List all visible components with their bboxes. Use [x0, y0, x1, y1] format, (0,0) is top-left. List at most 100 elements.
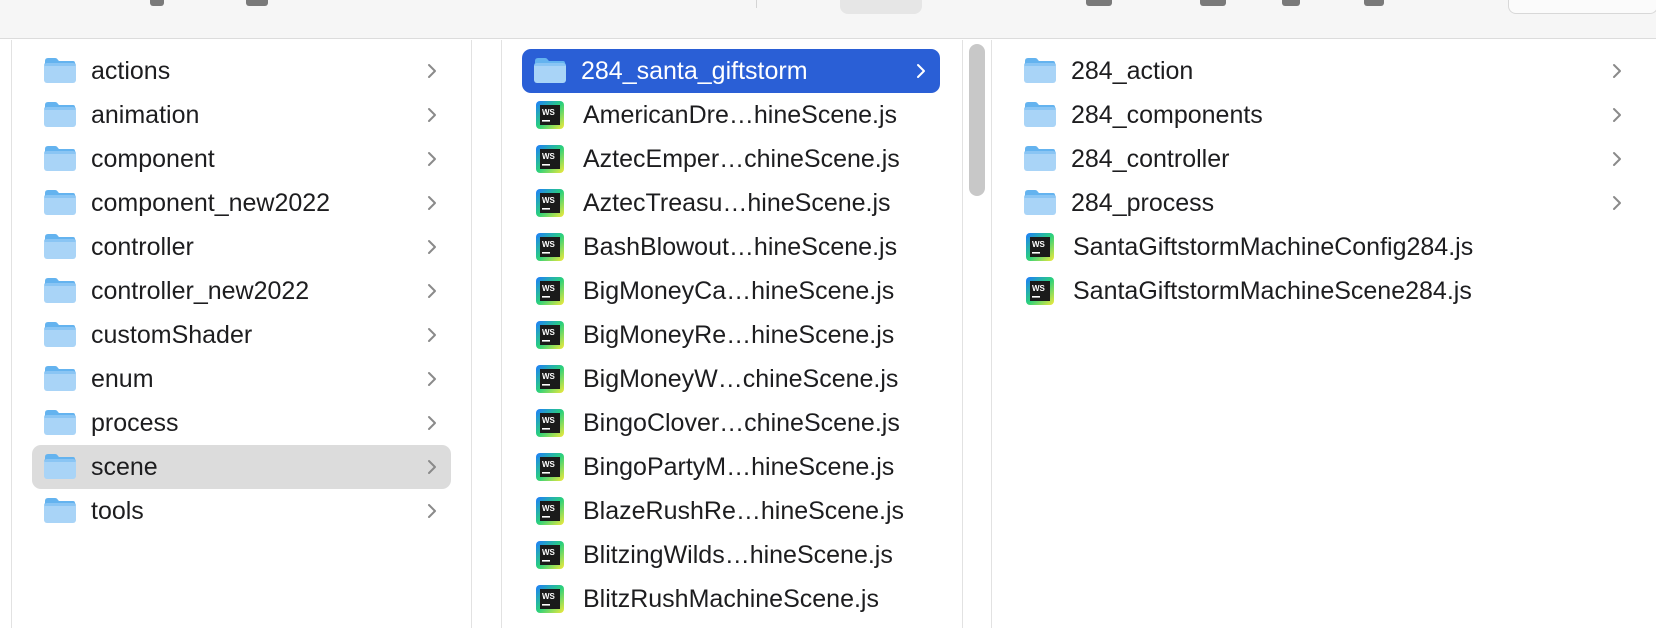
- item-label: tools: [91, 496, 144, 525]
- item-label: BingoPartyM…hineScene.js: [583, 452, 895, 481]
- svg-text:WS: WS: [542, 416, 556, 425]
- file-row[interactable]: WS BigMoneyW…chineScene.js: [522, 357, 940, 401]
- chevron-right-icon: [425, 501, 439, 521]
- item-label: BlazeRushRe…hineScene.js: [583, 496, 905, 525]
- group-icon[interactable]: [1086, 0, 1112, 6]
- item-label: BashBlowout…hineScene.js: [583, 232, 898, 261]
- folder-icon: [43, 100, 77, 130]
- item-label: BlitzingWilds…hineScene.js: [583, 540, 893, 569]
- folder-icon: [43, 188, 77, 218]
- chevron-right-icon: [425, 281, 439, 301]
- file-row[interactable]: WS BingoPartyM…hineScene.js: [522, 445, 940, 489]
- column-giftstorm: 284_action 284_components 284_controller 28…: [991, 40, 1656, 628]
- column-scene: 284_santa_giftstorm WS AmericanDre…hineSce…: [501, 40, 963, 628]
- file-row[interactable]: WS BashBlowout…hineScene.js: [522, 225, 940, 269]
- webstorm-file-icon: WS: [535, 496, 569, 526]
- nav-forward-icon[interactable]: [246, 0, 268, 6]
- chevron-right-icon: [1610, 61, 1624, 81]
- item-label: controller_new2022: [91, 276, 310, 305]
- share-icon[interactable]: [1200, 0, 1226, 6]
- folder-icon: [43, 276, 77, 306]
- item-label: animation: [91, 100, 200, 129]
- folder-row[interactable]: animation: [32, 93, 451, 137]
- svg-text:WS: WS: [542, 196, 556, 205]
- folder-row[interactable]: tools: [32, 489, 451, 533]
- webstorm-file-icon: WS: [535, 540, 569, 570]
- item-label: 284_controller: [1071, 144, 1230, 173]
- folder-row[interactable]: process: [32, 401, 451, 445]
- folder-row[interactable]: actions: [32, 49, 451, 93]
- item-label: actions: [91, 56, 171, 85]
- item-label: SantaGiftstormMachineScene284.js: [1073, 276, 1472, 305]
- folder-row[interactable]: 284_process: [1012, 181, 1636, 225]
- item-label: BigMoneyW…chineScene.js: [583, 364, 899, 393]
- folder-row[interactable]: controller_new2022: [32, 269, 451, 313]
- chevron-right-icon: [425, 193, 439, 213]
- toolbar-divider: [756, 0, 757, 8]
- item-label: scene: [91, 452, 158, 481]
- chevron-right-icon: [425, 105, 439, 125]
- column-scrollbar[interactable]: [969, 44, 985, 196]
- item-label: AztecTreasu…hineScene.js: [583, 188, 891, 217]
- webstorm-file-icon: WS: [535, 232, 569, 262]
- folder-icon: [43, 408, 77, 438]
- file-row[interactable]: WS BigMoneyCa…hineScene.js: [522, 269, 940, 313]
- chevron-right-icon: [425, 457, 439, 477]
- item-label: 284_action: [1071, 56, 1194, 85]
- webstorm-file-icon: WS: [535, 452, 569, 482]
- webstorm-file-icon: WS: [535, 584, 569, 614]
- action-icon[interactable]: [1364, 0, 1384, 6]
- file-row[interactable]: WS BigMoneyRe…hineScene.js: [522, 313, 940, 357]
- item-label: AztecEmper…chineScene.js: [583, 144, 900, 173]
- chevron-right-icon: [914, 61, 928, 81]
- folder-row[interactable]: customShader: [32, 313, 451, 357]
- webstorm-file-icon: WS: [535, 100, 569, 130]
- file-row[interactable]: WS BlitzRushMachineScene.js: [522, 577, 940, 621]
- finder-toolbar: [0, 0, 1656, 39]
- tag-icon[interactable]: [1282, 0, 1300, 6]
- webstorm-file-icon: WS: [1025, 276, 1059, 306]
- folder-row[interactable]: controller: [32, 225, 451, 269]
- svg-text:WS: WS: [542, 108, 556, 117]
- item-label: BigMoneyRe…hineScene.js: [583, 320, 895, 349]
- svg-text:WS: WS: [542, 284, 556, 293]
- file-row[interactable]: WS AztecEmper…chineScene.js: [522, 137, 940, 181]
- chevron-right-icon: [1610, 193, 1624, 213]
- folder-icon: [43, 496, 77, 526]
- svg-text:WS: WS: [542, 372, 556, 381]
- item-label: BlitzRushMachineScene.js: [583, 584, 879, 613]
- chevron-right-icon: [425, 149, 439, 169]
- folder-row[interactable]: 284_santa_giftstorm: [522, 49, 940, 93]
- item-label: 284_components: [1071, 100, 1263, 129]
- file-row[interactable]: WS SantaGiftstormMachineScene284.js: [1012, 269, 1636, 313]
- file-row[interactable]: WS BlazeRushRe…hineScene.js: [522, 489, 940, 533]
- folder-icon: [533, 56, 567, 86]
- folder-row[interactable]: component: [32, 137, 451, 181]
- chevron-right-icon: [425, 413, 439, 433]
- file-row[interactable]: WS BlitzingWilds…hineScene.js: [522, 533, 940, 577]
- webstorm-file-icon: WS: [535, 320, 569, 350]
- file-row[interactable]: WS AmericanDre…hineScene.js: [522, 93, 940, 137]
- folder-icon: [1023, 56, 1057, 86]
- webstorm-file-icon: WS: [535, 144, 569, 174]
- folder-row[interactable]: 284_action: [1012, 49, 1636, 93]
- file-row[interactable]: WS SantaGiftstormMachineConfig284.js: [1012, 225, 1636, 269]
- file-row[interactable]: WS AztecTreasu…hineScene.js: [522, 181, 940, 225]
- item-label: SantaGiftstormMachineConfig284.js: [1073, 232, 1474, 261]
- nav-back-icon[interactable]: [150, 0, 164, 6]
- search-field[interactable]: [1508, 0, 1656, 14]
- folder-icon: [43, 364, 77, 394]
- folder-row[interactable]: scene: [32, 445, 451, 489]
- folder-row[interactable]: 284_controller: [1012, 137, 1636, 181]
- folder-icon: [43, 452, 77, 482]
- webstorm-file-icon: WS: [1025, 232, 1059, 262]
- folder-row[interactable]: enum: [32, 357, 451, 401]
- item-label: component: [91, 144, 215, 173]
- folder-row[interactable]: 284_components: [1012, 93, 1636, 137]
- folder-icon: [1023, 188, 1057, 218]
- file-row[interactable]: WS BingoClover…chineScene.js: [522, 401, 940, 445]
- view-mode-selector[interactable]: [840, 0, 922, 14]
- svg-text:WS: WS: [542, 152, 556, 161]
- webstorm-file-icon: WS: [535, 408, 569, 438]
- folder-row[interactable]: component_new2022: [32, 181, 451, 225]
